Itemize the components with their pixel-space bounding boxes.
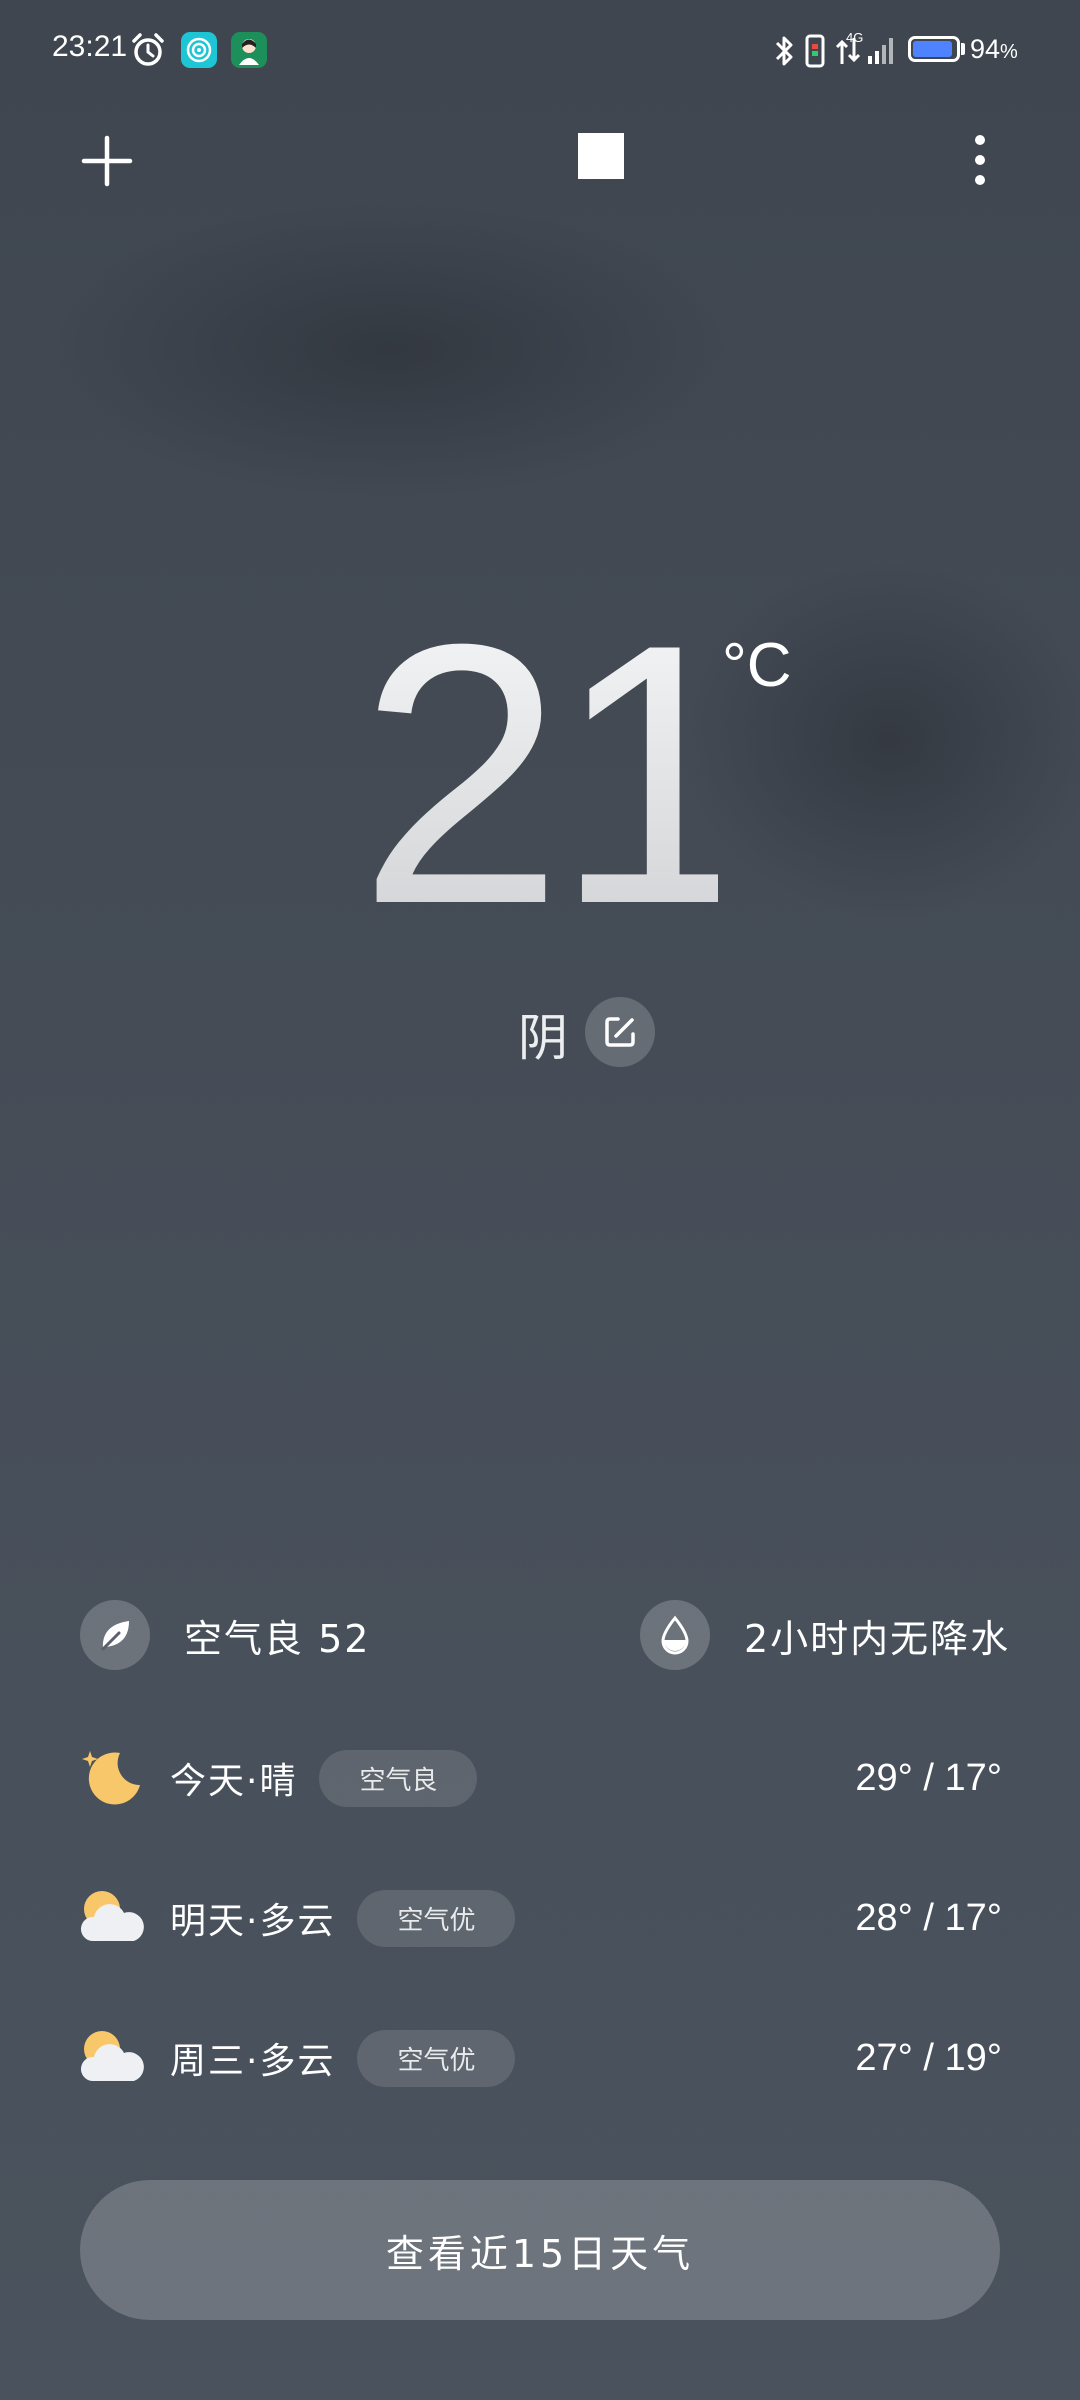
forecast-temp-range: 29° / 17° bbox=[855, 1756, 1002, 1799]
temperature-unit: °C bbox=[722, 631, 792, 700]
forecast-aqi-badge: 空气优 bbox=[357, 2029, 516, 2087]
leaf-icon bbox=[101, 1621, 129, 1651]
partly-cloudy-icon bbox=[80, 1891, 144, 1941]
more-options-icon[interactable] bbox=[960, 130, 1000, 190]
edit-button[interactable] bbox=[585, 997, 655, 1067]
avatar-app-icon bbox=[231, 32, 267, 68]
battery-unit: % bbox=[1000, 41, 1018, 63]
cloud-shade bbox=[40, 200, 740, 500]
current-condition: 阴 bbox=[518, 1009, 568, 1067]
battery-value: 94 bbox=[970, 34, 1001, 64]
raindrop-icon-wrap bbox=[640, 1600, 710, 1670]
forecast-aqi-badge: 空气良 bbox=[319, 1749, 478, 1807]
precipitation-label: 2小时内无降水 bbox=[744, 1616, 1011, 1661]
forecast-row-wednesday[interactable]: 周三·多云 空气优 27° / 19° bbox=[78, 2018, 1002, 2098]
battery-percentage: 94% bbox=[970, 34, 1018, 65]
air-quality-label: 空气良 52 bbox=[184, 1616, 371, 1661]
view-15-day-forecast-button[interactable]: 查看近15日天气 bbox=[80, 2180, 1000, 2320]
battery-tip bbox=[961, 43, 965, 55]
forecast-temp-range: 28° / 17° bbox=[855, 1896, 1002, 1939]
air-quality-info[interactable]: 空气良 52 bbox=[80, 1600, 370, 1670]
leaf-icon-wrap bbox=[80, 1600, 150, 1670]
signal-icon bbox=[868, 38, 893, 64]
status-bar: 23:21 4G 94% bbox=[0, 0, 1080, 100]
raindrop-icon bbox=[661, 1615, 689, 1655]
app-notification-icon bbox=[181, 32, 217, 68]
battery-icon bbox=[908, 36, 960, 62]
partly-cloudy-icon bbox=[80, 2031, 144, 2081]
bluetooth-icon bbox=[775, 36, 793, 66]
forecast-aqi-badge: 空气优 bbox=[357, 1889, 516, 1947]
city-name-placeholder bbox=[578, 133, 624, 179]
precipitation-info[interactable]: 2小时内无降水 bbox=[640, 1600, 1010, 1670]
current-temperature: 21 bbox=[358, 568, 760, 981]
forecast-row-tomorrow[interactable]: 明天·多云 空气优 28° / 17° bbox=[78, 1878, 1002, 1958]
forecast-day: 周三·多云 bbox=[170, 2041, 336, 2082]
vibrate-icon bbox=[805, 34, 825, 68]
status-time: 23:21 bbox=[52, 30, 128, 63]
forecast-day: 今天·晴 bbox=[170, 1761, 298, 1802]
forecast-temp-range: 27° / 19° bbox=[855, 2036, 1002, 2079]
add-city-button[interactable] bbox=[78, 132, 136, 190]
alarm-icon bbox=[132, 33, 164, 66]
forecast-row-today[interactable]: 今天·晴 空气良 29° / 17° bbox=[78, 1738, 1002, 1818]
moon-icon bbox=[82, 1751, 140, 1805]
forecast-day: 明天·多云 bbox=[170, 1901, 336, 1942]
network-type-label: 4G bbox=[846, 30, 864, 45]
edit-icon bbox=[605, 1017, 635, 1047]
battery-level bbox=[913, 41, 953, 57]
